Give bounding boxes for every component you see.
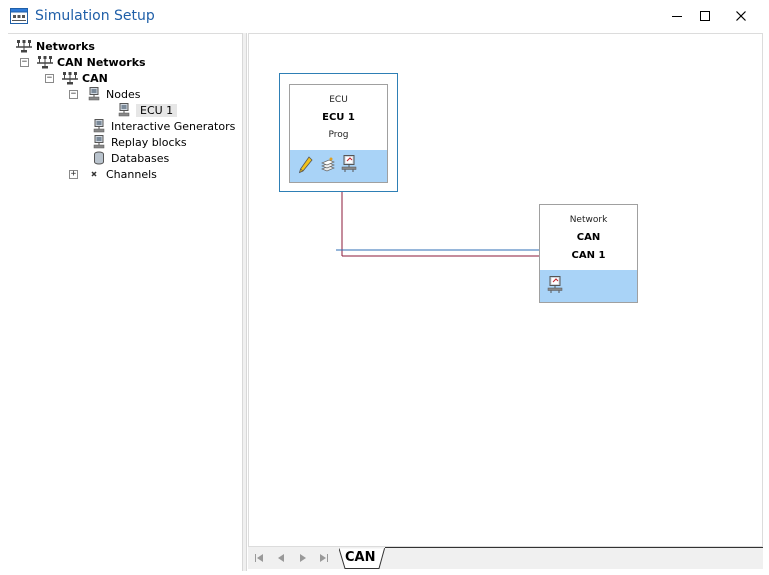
first-icon (255, 554, 263, 562)
ecu-block-subtitle: Prog (328, 130, 349, 140)
next-icon (300, 554, 306, 562)
tab-bar-top-line (385, 547, 763, 548)
network-block-channel: CAN 1 (571, 250, 606, 261)
network-block[interactable]: Network CAN CAN 1 (539, 204, 638, 303)
ecu-block[interactable]: ECU ECU 1 Prog (289, 84, 388, 183)
last-tab-button[interactable] (315, 550, 333, 566)
stack-icon[interactable] (320, 156, 336, 174)
ecu-block-type: ECU (329, 95, 348, 105)
prev-tab-button[interactable] (272, 550, 290, 566)
ecu-block-footer (290, 150, 387, 182)
first-tab-button[interactable] (250, 550, 268, 566)
network-block-name: CAN (576, 232, 601, 243)
pencil-icon[interactable] (298, 156, 314, 174)
tab-can[interactable]: CAN (345, 550, 375, 565)
node-config-icon[interactable] (547, 276, 563, 294)
network-block-footer (540, 270, 637, 302)
sheet-tab-bar (248, 547, 763, 569)
network-block-type: Network (569, 215, 608, 225)
next-tab-button[interactable] (294, 550, 312, 566)
ecu-block-name: ECU 1 (322, 112, 355, 123)
node-config-icon[interactable] (341, 155, 357, 173)
last-icon (320, 554, 328, 562)
prev-icon (278, 554, 284, 562)
